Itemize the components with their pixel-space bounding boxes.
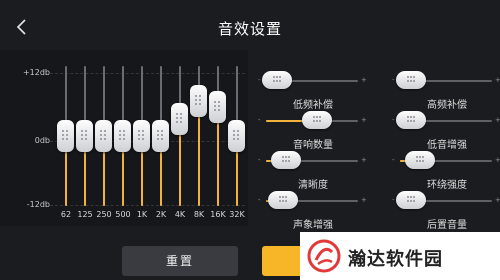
page-title: 音效设置 — [217, 20, 282, 38]
effect-slider[interactable]: - + 高频补偿 — [392, 58, 500, 111]
grip-dots-icon — [233, 130, 240, 141]
effect-slider[interactable]: - + 环绕强度 — [392, 138, 500, 191]
effect-knob[interactable] — [396, 71, 427, 89]
db-label-bottom: -12db — [26, 200, 50, 209]
brand-logo-icon — [307, 239, 341, 273]
grip-dots-icon — [407, 76, 416, 84]
effect-slider[interactable]: - + 清晰度 — [258, 138, 368, 191]
effect-slider[interactable]: - + 低频补偿 — [258, 58, 368, 111]
eq-band-slider[interactable]: 250 — [95, 50, 113, 226]
effect-slider[interactable]: - + 音响数量 — [258, 98, 368, 151]
effect-knob[interactable] — [396, 191, 427, 209]
eq-band-knob[interactable] — [95, 120, 112, 152]
grip-dots-icon — [81, 130, 88, 141]
grip-dots-icon — [278, 196, 287, 204]
grip-dots-icon — [407, 116, 416, 124]
slider-max-mark: + — [495, 196, 500, 204]
effect-knob[interactable] — [267, 191, 298, 209]
slider-min-mark: - — [258, 156, 261, 164]
eq-band-slider[interactable]: 16K — [209, 50, 227, 226]
grip-dots-icon — [100, 130, 107, 141]
slider-min-mark: - — [392, 76, 395, 84]
grip-dots-icon — [157, 130, 164, 141]
eq-band-knob[interactable] — [228, 120, 245, 152]
effect-knob[interactable] — [271, 151, 302, 169]
grip-dots-icon — [62, 130, 69, 141]
effect-slider[interactable]: - + 低音增强 — [392, 98, 500, 151]
grip-dots-icon — [214, 100, 221, 112]
eq-band-slider[interactable]: 2K — [152, 50, 170, 226]
slider-max-mark: + — [495, 116, 500, 124]
slider-max-mark: + — [361, 196, 367, 204]
grip-dots-icon — [273, 76, 282, 84]
eq-band-slider[interactable]: 1K — [133, 50, 151, 226]
grip-dots-icon — [416, 156, 425, 164]
effect-knob[interactable] — [262, 71, 293, 89]
effect-knob[interactable] — [301, 111, 332, 129]
eq-band-slider[interactable]: 62 — [57, 50, 75, 226]
eq-band-knob[interactable] — [190, 85, 207, 117]
eq-band-slider[interactable]: 8K — [190, 50, 208, 226]
grip-dots-icon — [407, 196, 416, 204]
eq-band-slider[interactable]: 4K — [171, 50, 189, 226]
db-label-top: +12db — [22, 68, 50, 77]
grip-dots-icon — [195, 95, 202, 106]
slider-min-mark: - — [258, 76, 261, 84]
slider-max-mark: + — [361, 76, 367, 84]
grip-dots-icon — [119, 130, 126, 141]
eq-band-knob[interactable] — [76, 120, 93, 152]
slider-min-mark: - — [258, 116, 261, 124]
slider-min-mark: - — [392, 156, 395, 164]
effect-slider[interactable]: - + 后置音量 — [392, 178, 500, 231]
slider-max-mark: + — [495, 156, 500, 164]
eq-band-knob[interactable] — [133, 120, 150, 152]
effect-slider[interactable]: - + 声象增强 — [258, 178, 368, 231]
effect-label: 声象增强 — [293, 220, 333, 231]
slider-max-mark: + — [495, 76, 500, 84]
effect-label: 后置音量 — [427, 220, 467, 231]
effect-knob[interactable] — [405, 151, 436, 169]
effect-knob[interactable] — [396, 111, 427, 129]
slider-max-mark: + — [361, 156, 367, 164]
brand-name: 瀚达软件园 — [348, 249, 443, 270]
eq-band-slider[interactable]: 32K — [228, 50, 246, 226]
eq-band-knob[interactable] — [57, 120, 74, 152]
reset-button[interactable]: 重置 — [122, 246, 238, 276]
grip-dots-icon — [176, 112, 183, 124]
top-bar: 音效设置 — [0, 0, 500, 50]
eq-band-knob[interactable] — [209, 90, 226, 123]
watermark: 瀚达软件园 — [300, 232, 500, 280]
grip-dots-icon — [138, 130, 145, 141]
equalizer-panel: +12db 0db -12db 62 125 250 500 1K 2K 4K 8K 16K 32… — [0, 50, 248, 226]
grip-dots-icon — [282, 156, 291, 164]
eq-band-frequency: 32K — [229, 210, 245, 219]
slider-min-mark: - — [258, 196, 261, 204]
slider-min-mark: - — [392, 196, 395, 204]
eq-band-knob[interactable] — [152, 120, 169, 152]
eq-band-slider[interactable]: 125 — [76, 50, 94, 226]
slider-max-mark: + — [361, 116, 367, 124]
eq-band-slider[interactable]: 500 — [114, 50, 132, 226]
eq-band-knob[interactable] — [171, 102, 188, 135]
db-label-mid: 0db — [34, 136, 50, 145]
eq-band-knob[interactable] — [114, 120, 131, 152]
grip-dots-icon — [312, 116, 321, 124]
slider-min-mark: - — [392, 116, 395, 124]
